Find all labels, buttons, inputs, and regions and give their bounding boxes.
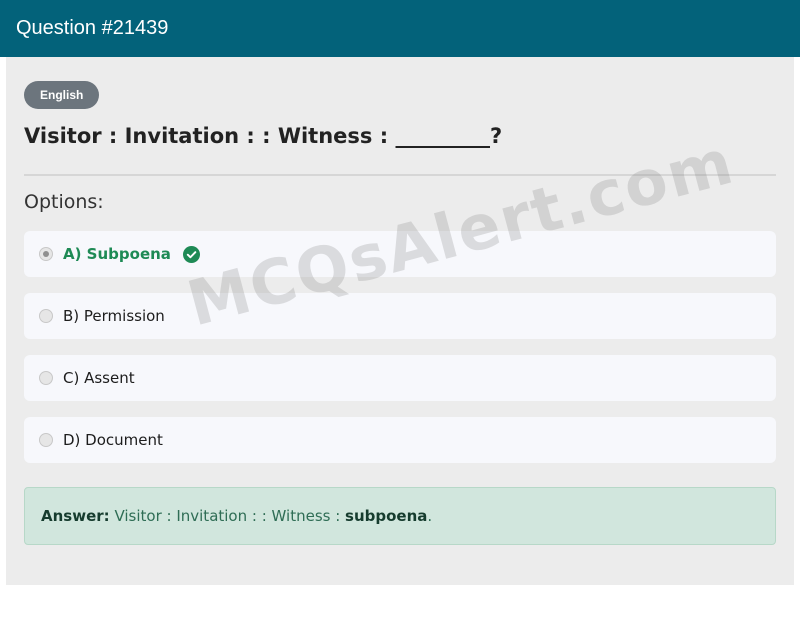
language-badge[interactable]: English xyxy=(24,81,100,109)
page-header: Question #21439 xyxy=(0,0,800,57)
radio-a[interactable] xyxy=(39,247,53,261)
radio-d[interactable] xyxy=(39,433,53,447)
check-circle-icon xyxy=(182,245,200,263)
option-b[interactable]: B) Permission xyxy=(24,293,776,339)
answer-suffix: . xyxy=(427,507,433,525)
option-b-label: B) Permission xyxy=(63,307,165,325)
option-d[interactable]: D) Document xyxy=(24,417,776,463)
question-title: Question #21439 xyxy=(16,17,169,39)
answer-prefix: Answer: xyxy=(41,507,110,525)
option-c[interactable]: C) Assent xyxy=(24,355,776,401)
answer-value: subpoena xyxy=(345,507,428,525)
options-heading: Options: xyxy=(24,191,104,213)
radio-b[interactable] xyxy=(39,309,53,323)
radio-selected-dot xyxy=(43,251,49,257)
question-text: Visitor : Invitation : : Witness : _____… xyxy=(24,124,503,148)
divider xyxy=(24,174,776,176)
option-a[interactable]: A) Subpoena xyxy=(24,231,776,277)
option-d-label: D) Document xyxy=(63,431,163,449)
radio-c[interactable] xyxy=(39,371,53,385)
option-a-label: A) Subpoena xyxy=(63,245,171,263)
answer-text: Visitor : Invitation : : Witness : xyxy=(114,507,341,525)
answer-box: Answer: Visitor : Invitation : : Witness… xyxy=(24,487,776,545)
option-c-label: C) Assent xyxy=(63,369,135,387)
